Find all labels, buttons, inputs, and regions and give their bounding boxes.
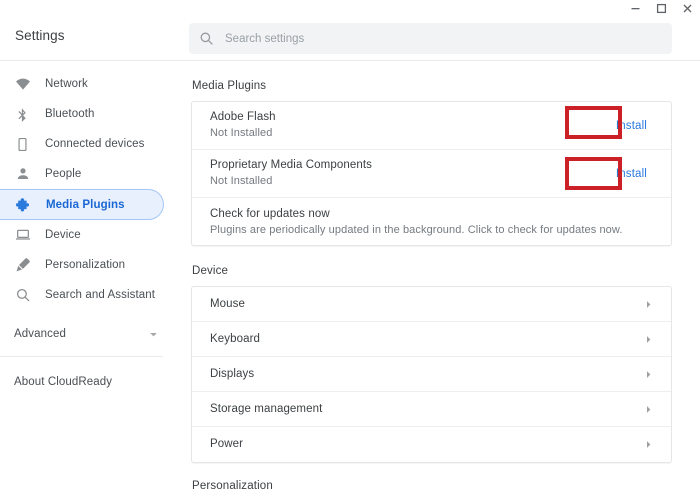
- wifi-icon: [14, 76, 31, 93]
- minimize-button[interactable]: [622, 0, 648, 17]
- plugin-row-adobe-flash: Adobe Flash Not Installed Install: [192, 102, 671, 150]
- magnifier-icon: [14, 287, 31, 304]
- plugin-name: Adobe Flash: [210, 111, 276, 123]
- settings-content: Media Plugins Adobe Flash Not Installed …: [180, 61, 700, 500]
- sidebar-about-label: About CloudReady: [14, 376, 113, 388]
- sidebar-advanced-toggle[interactable]: Advanced: [0, 318, 180, 350]
- search-icon: [200, 32, 213, 45]
- sidebar-item-label: Network: [45, 78, 88, 90]
- chevron-right-icon: [647, 441, 651, 448]
- device-texts: Mouse: [210, 297, 644, 312]
- sidebar-item-label: Personalization: [45, 259, 126, 271]
- search-bar[interactable]: [189, 23, 672, 54]
- device-row-label: Displays: [210, 367, 255, 380]
- check-updates-description: Plugins are periodically updated in the …: [210, 224, 623, 236]
- minimize-icon: [631, 8, 639, 10]
- install-proprietary-media-components-button[interactable]: Install: [608, 163, 655, 185]
- paintbrush-icon: [14, 257, 31, 274]
- sidebar-item-personalization[interactable]: Personalization: [0, 250, 164, 280]
- device-row-label: Power: [210, 438, 244, 450]
- sidebar-item-about-cloudready[interactable]: About CloudReady: [0, 366, 180, 398]
- check-updates-title: Check for updates now: [210, 208, 330, 220]
- install-adobe-flash-button[interactable]: Install: [608, 115, 655, 137]
- sidebar-item-label: People: [45, 168, 82, 180]
- device-texts: Power: [210, 437, 644, 452]
- plugin-status: Not Installed: [210, 127, 273, 139]
- device-texts: Displays: [210, 367, 644, 382]
- device-texts: Keyboard: [210, 332, 644, 347]
- device-card: Mouse Keyboard Displays Storage manageme…: [191, 286, 672, 463]
- window-titlebar: [0, 0, 700, 17]
- maximize-icon: [656, 3, 666, 14]
- sidebar-item-bluetooth[interactable]: Bluetooth: [0, 99, 164, 129]
- check-for-updates-row[interactable]: Check for updates now Plugins are period…: [192, 198, 671, 245]
- sidebar-item-connected-devices[interactable]: Connected devices: [0, 129, 164, 159]
- chevron-right-icon: [647, 300, 651, 308]
- sidebar-item-network[interactable]: Network: [0, 69, 164, 99]
- plugin-name: Proprietary Media Components: [210, 159, 372, 171]
- plugin-status: Not Installed: [210, 175, 273, 187]
- page-title: Settings: [15, 28, 65, 43]
- device-row-displays[interactable]: Displays: [192, 357, 671, 392]
- sidebar-item-label: Media Plugins: [46, 198, 125, 211]
- device-row-mouse[interactable]: Mouse: [192, 287, 671, 322]
- close-button[interactable]: [674, 0, 700, 17]
- search-input[interactable]: [225, 28, 625, 49]
- plugin-texts: Adobe Flash Not Installed: [210, 110, 608, 141]
- sidebar-advanced-label: Advanced: [14, 328, 66, 340]
- sidebar-item-people[interactable]: People: [0, 159, 164, 189]
- plugin-texts: Proprietary Media Components Not Install…: [210, 158, 608, 189]
- device-row-power[interactable]: Power: [192, 427, 671, 462]
- media-plugins-card: Adobe Flash Not Installed Install Propri…: [191, 101, 672, 246]
- sidebar-item-media-plugins[interactable]: Media Plugins: [0, 189, 164, 220]
- section-title-media-plugins: Media Plugins: [192, 80, 267, 92]
- sidebar-item-device[interactable]: Device: [0, 220, 164, 250]
- section-title-personalization-partial: Personalization: [192, 480, 273, 492]
- bluetooth-icon: [14, 106, 31, 123]
- settings-window: Settings Network Bluetooth: [0, 0, 700, 500]
- chevron-right-icon: [647, 335, 651, 343]
- section-title-device: Device: [192, 265, 229, 277]
- device-texts: Storage management: [210, 402, 644, 417]
- sidebar-item-label: Search and Assistant: [45, 289, 156, 301]
- chevron-right-icon: [647, 405, 651, 413]
- sidebar-item-label: Connected devices: [45, 138, 145, 150]
- smartphone-icon: [14, 136, 31, 153]
- chevron-down-icon: [150, 332, 157, 336]
- sidebar-divider: [0, 356, 163, 357]
- maximize-button[interactable]: [648, 0, 674, 17]
- settings-sidebar: Network Bluetooth Connected devices Peop…: [0, 61, 180, 500]
- device-row-label: Keyboard: [210, 332, 261, 345]
- chevron-right-icon: [647, 370, 651, 378]
- sidebar-item-label: Device: [45, 229, 81, 241]
- settings-header: Settings: [0, 17, 700, 61]
- sidebar-item-search-and-assistant[interactable]: Search and Assistant: [0, 280, 164, 310]
- plugin-row-proprietary-media-components: Proprietary Media Components Not Install…: [192, 150, 671, 198]
- updates-texts: Check for updates now Plugins are period…: [210, 207, 655, 238]
- device-row-keyboard[interactable]: Keyboard: [192, 322, 671, 357]
- close-icon: [683, 4, 691, 13]
- device-row-label: Storage management: [210, 402, 323, 415]
- puzzle-piece-icon: [15, 196, 32, 213]
- device-row-label: Mouse: [210, 297, 246, 310]
- sidebar-item-label: Bluetooth: [45, 108, 95, 120]
- device-row-storage-management[interactable]: Storage management: [192, 392, 671, 427]
- person-icon: [14, 166, 31, 183]
- laptop-icon: [14, 227, 31, 244]
